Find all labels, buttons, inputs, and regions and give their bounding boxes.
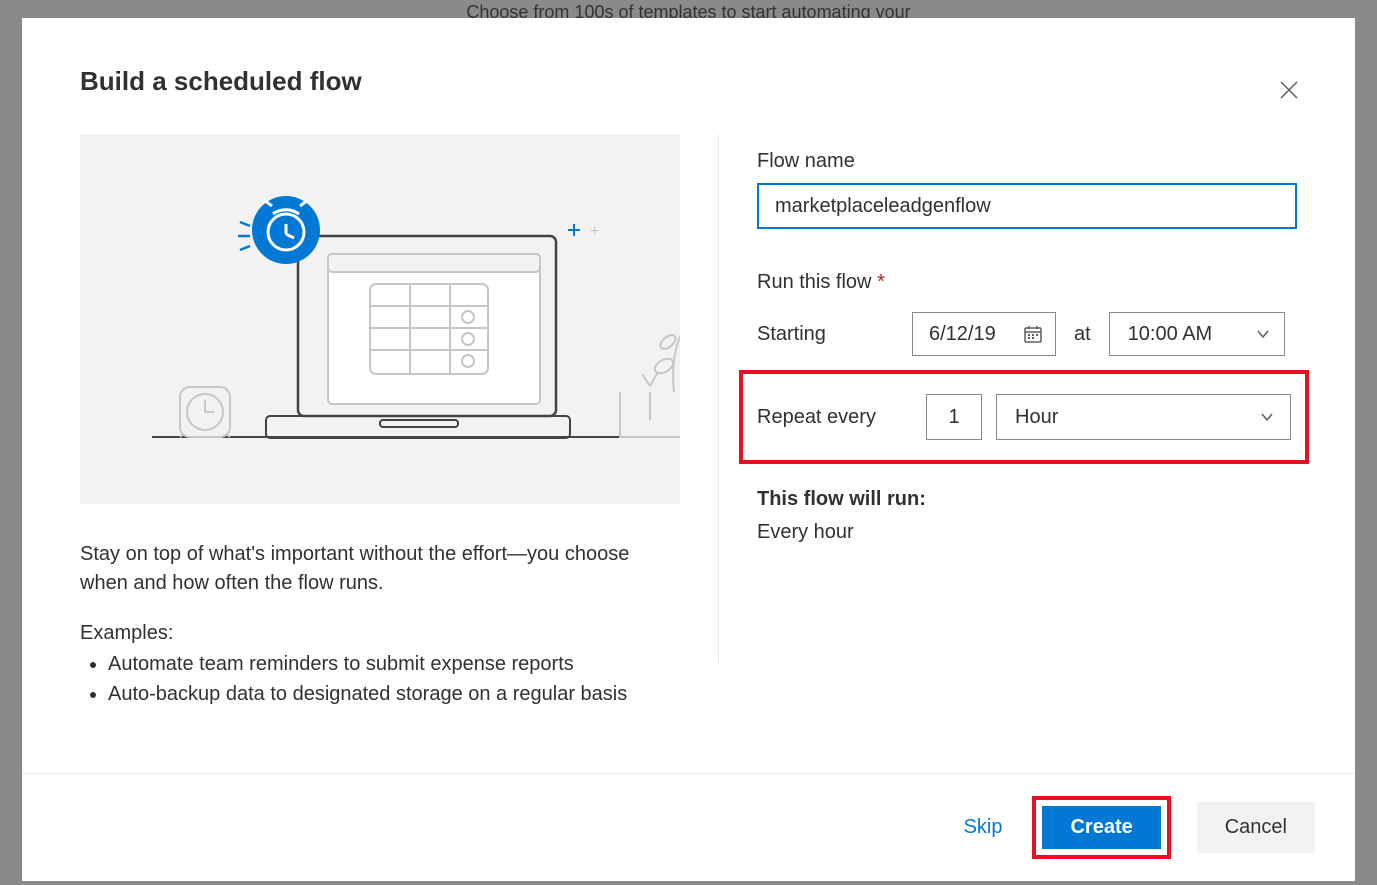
repeat-unit-value: Hour — [1015, 406, 1058, 429]
at-label: at — [1074, 323, 1091, 346]
cancel-button[interactable]: Cancel — [1197, 802, 1315, 853]
list-item: Auto-backup data to designated storage o… — [108, 679, 650, 709]
run-summary-label: This flow will run: — [757, 488, 1297, 511]
vertical-divider — [718, 134, 719, 663]
repeat-highlight-box: Repeat every Hour — [739, 370, 1309, 464]
examples-label: Examples: — [80, 622, 650, 645]
modal-title: Build a scheduled flow — [80, 66, 362, 97]
run-summary-value: Every hour — [757, 521, 1297, 544]
scheduled-flow-illustration: + — [80, 134, 680, 504]
starting-time-select[interactable]: 10:00 AM — [1109, 312, 1285, 356]
examples-list: Automate team reminders to submit expens… — [80, 649, 650, 709]
svg-text:+: + — [590, 223, 599, 240]
chevron-down-icon — [1260, 410, 1274, 424]
left-panel: + — [80, 134, 680, 773]
starting-row: Starting 6/12/19 at 10:00 AM — [757, 312, 1297, 356]
starting-date-value: 6/12/19 — [929, 323, 996, 346]
close-button[interactable] — [1273, 74, 1305, 106]
create-highlight-box: Create — [1032, 796, 1170, 859]
modal-header: Build a scheduled flow — [22, 18, 1355, 106]
close-icon — [1280, 81, 1298, 99]
flow-name-label: Flow name — [757, 150, 1297, 173]
repeat-value-input[interactable] — [926, 394, 982, 440]
skip-button[interactable]: Skip — [946, 806, 1021, 849]
repeat-unit-select[interactable]: Hour — [996, 394, 1291, 440]
starting-time-value: 10:00 AM — [1128, 323, 1213, 346]
calendar-icon — [1023, 324, 1043, 344]
starting-date-input[interactable]: 6/12/19 — [912, 312, 1056, 356]
repeat-row: Repeat every Hour — [757, 394, 1291, 440]
create-button[interactable]: Create — [1042, 806, 1160, 849]
repeat-label: Repeat every — [757, 406, 926, 429]
flow-name-input[interactable] — [757, 183, 1297, 229]
starting-label: Starting — [757, 323, 912, 346]
right-panel: Flow name Run this flow * Starting 6/12/… — [757, 134, 1297, 773]
chevron-down-icon — [1256, 327, 1270, 341]
scheduled-flow-modal: Build a scheduled flow — [22, 18, 1355, 881]
run-this-flow-label: Run this flow * — [757, 271, 1297, 294]
required-asterisk: * — [877, 271, 885, 293]
modal-body: + — [22, 106, 1355, 773]
modal-footer: Skip Create Cancel — [22, 773, 1355, 881]
description-text: Stay on top of what's important without … — [80, 540, 650, 598]
list-item: Automate team reminders to submit expens… — [108, 649, 650, 679]
